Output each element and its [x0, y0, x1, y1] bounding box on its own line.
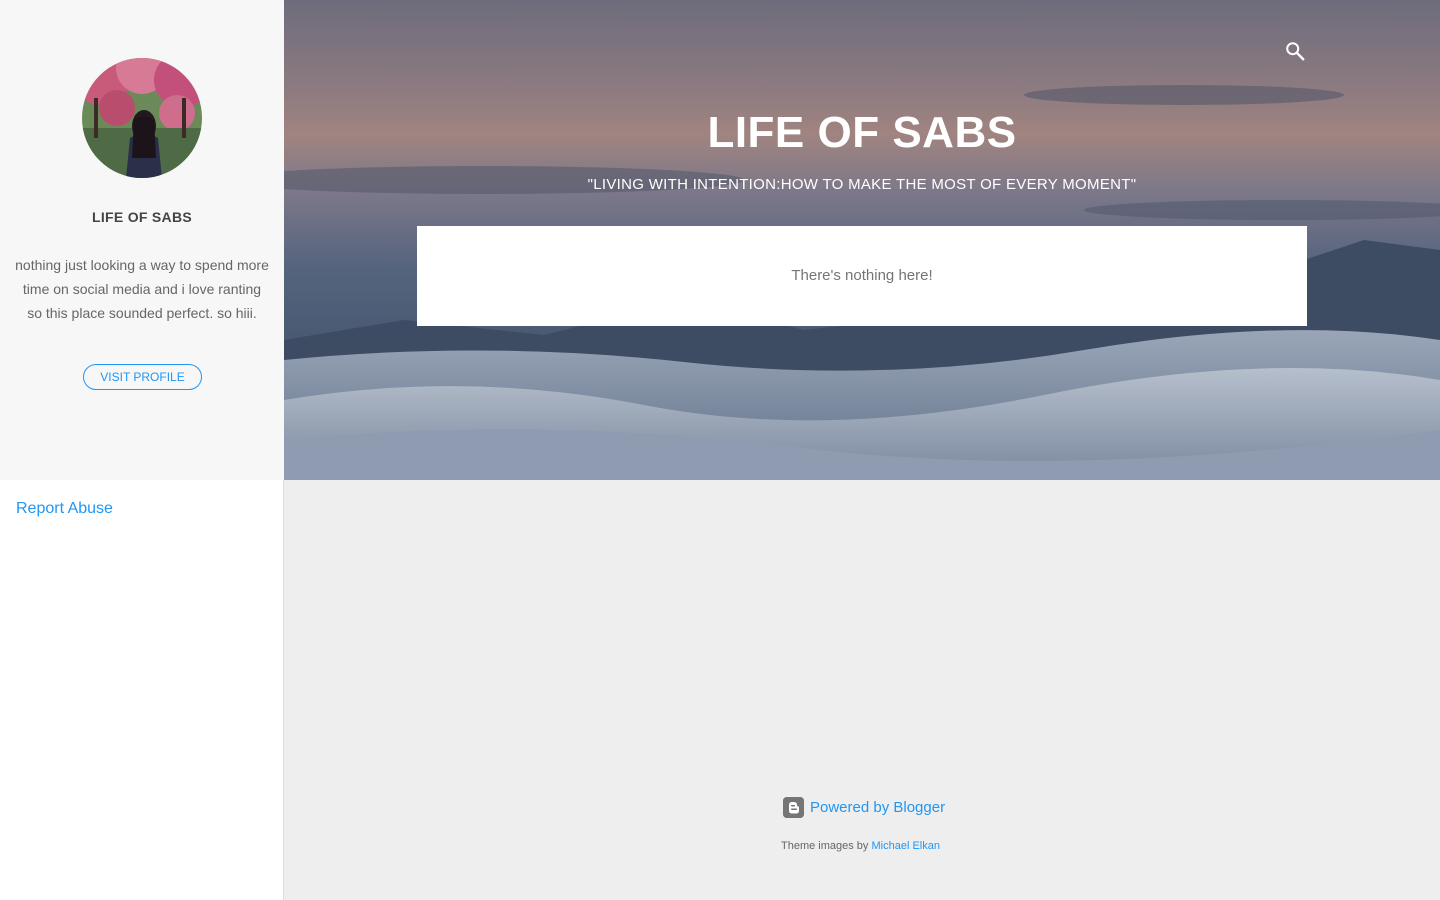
empty-posts-message: There's nothing here!	[791, 267, 933, 284]
blog-title[interactable]: LIFE OF SABS	[284, 108, 1440, 158]
avatar[interactable]	[82, 58, 202, 178]
blog-header: LIFE OF SABS "LIVING WITH INTENTION:HOW …	[284, 0, 1440, 480]
visit-profile-button[interactable]: VISIT PROFILE	[83, 364, 202, 390]
report-abuse-link[interactable]: Report Abuse	[16, 500, 113, 518]
theme-images-prefix: Theme images by	[781, 840, 869, 852]
powered-by-label: Powered by Blogger	[810, 799, 946, 816]
theme-author-link[interactable]: Michael Elkan	[872, 840, 940, 852]
profile-name: LIFE OF SABS	[91, 209, 193, 225]
posts-container: There's nothing here!	[417, 226, 1307, 326]
profile-bio: nothing just looking a way to spend more…	[15, 257, 269, 321]
search-icon[interactable]	[1284, 40, 1306, 62]
blogger-icon	[783, 797, 804, 818]
sidebar: LIFE OF SABS nothing just looking a way …	[0, 0, 284, 900]
blog-description: "LIVING WITH INTENTION:HOW TO MAKE THE M…	[587, 176, 1137, 193]
powered-by-blogger-link[interactable]: Powered by Blogger	[783, 797, 945, 818]
profile-panel: LIFE OF SABS nothing just looking a way …	[0, 0, 284, 480]
theme-credits: Theme images by Michael Elkan	[781, 840, 940, 852]
